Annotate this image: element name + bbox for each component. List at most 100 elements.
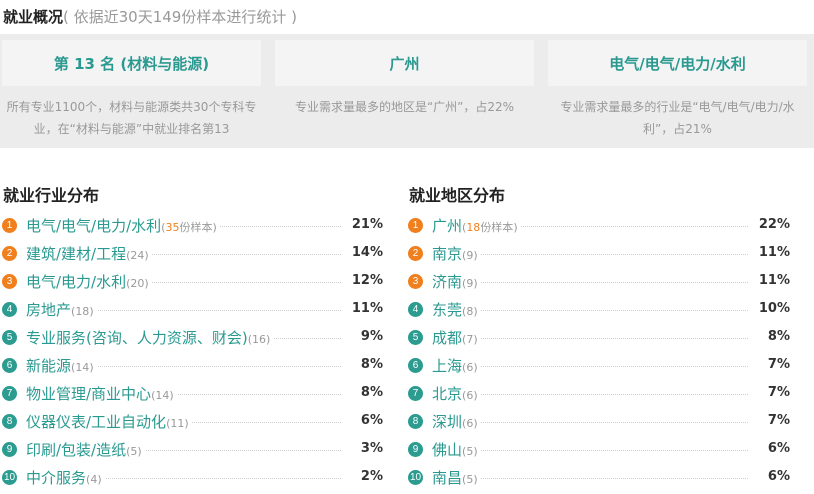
- region-name-link[interactable]: 佛山: [432, 441, 462, 459]
- percentage: 14%: [343, 245, 383, 260]
- industry-row: 7 物业管理/商业中心(14) 8%: [2, 380, 383, 408]
- card-rank-title: 第 13 名 (材料与能源): [2, 40, 261, 86]
- region-name-link[interactable]: 南京: [432, 245, 462, 263]
- region-entry: 上海(6): [432, 355, 481, 376]
- percentage: 11%: [343, 301, 383, 316]
- industry-name-link[interactable]: 专业服务(咨询、人力资源、财会): [26, 329, 248, 347]
- industry-list: 1 电气/电气/电力/水利(35份样本) 21% 2 建筑/建材/工程(24) 14% 3 电…: [2, 212, 383, 492]
- industry-entry: 物业管理/商业中心(14): [26, 383, 177, 404]
- region-name-link[interactable]: 成都: [432, 329, 462, 347]
- percentage: 10%: [750, 301, 790, 316]
- region-entry: 南昌(5): [432, 467, 481, 488]
- region-entry: 广州(18份样本): [432, 215, 521, 236]
- card-region-title: 广州: [275, 40, 534, 86]
- sample-count: (8): [462, 305, 478, 318]
- region-row: 1 广州(18份样本) 22%: [408, 212, 790, 240]
- industry-name-link[interactable]: 建筑/建材/工程: [26, 245, 126, 263]
- industry-name-link[interactable]: 仪器仪表/工业自动化: [26, 413, 166, 431]
- rank-badge: 10: [2, 470, 17, 485]
- industry-section-title: 就业行业分布: [3, 186, 100, 205]
- sample-count: (6): [462, 361, 478, 374]
- sample-count: (11): [166, 417, 189, 430]
- sample-count: (35份样本): [161, 221, 217, 234]
- percentage: 8%: [750, 329, 790, 344]
- percentage: 2%: [343, 469, 383, 484]
- industry-row: 10 中介服务(4) 2%: [2, 464, 383, 492]
- percentage: 8%: [343, 357, 383, 372]
- region-section-title: 就业地区分布: [409, 186, 506, 205]
- industry-entry: 建筑/建材/工程(24): [26, 243, 152, 264]
- industry-entry: 新能源(14): [26, 355, 97, 376]
- sample-count: (5): [126, 445, 142, 458]
- region-name-link[interactable]: 深圳: [432, 413, 462, 431]
- industry-name-link[interactable]: 电气/电气/电力/水利: [26, 217, 161, 235]
- industry-name-link[interactable]: 新能源: [26, 357, 71, 375]
- sample-count: (6): [462, 389, 478, 402]
- industry-entry: 专业服务(咨询、人力资源、财会)(16): [26, 327, 274, 348]
- percentage: 11%: [750, 273, 790, 288]
- card-region-desc: 专业需求量最多的地区是“广州”，占22%: [294, 100, 515, 114]
- rank-badge: 6: [2, 358, 17, 373]
- rank-badge: 7: [408, 386, 423, 401]
- percentage: 11%: [750, 245, 790, 260]
- industry-name-link[interactable]: 电气/电力/水利: [26, 273, 126, 291]
- rank-badge: 4: [408, 302, 423, 317]
- overview-panel: 第 13 名 (材料与能源) 广州 电气/电气/电力/水利 所有专业1100个，…: [0, 34, 814, 148]
- sample-count: (9): [462, 249, 478, 262]
- page-title: 就业概况( 依据近30天149份样本进行统计 ): [3, 6, 297, 27]
- industry-name-link[interactable]: 房地产: [26, 301, 71, 319]
- industry-name-link[interactable]: 印刷/包装/造纸: [26, 441, 126, 459]
- card-rank-desc: 所有专业1100个，材料与能源类共30个专科专业，在“材料与能源”中就业排名第1…: [6, 100, 257, 136]
- industry-row: 5 专业服务(咨询、人力资源、财会)(16) 9%: [2, 324, 383, 352]
- percentage: 6%: [750, 441, 790, 456]
- region-row: 10 南昌(5) 6%: [408, 464, 790, 492]
- percentage: 12%: [343, 273, 383, 288]
- percentage: 6%: [343, 413, 383, 428]
- rank-badge: 9: [408, 442, 423, 457]
- sample-count: (4): [86, 473, 102, 486]
- rank-badge: 8: [2, 414, 17, 429]
- industry-row: 4 房地产(18) 11%: [2, 296, 383, 324]
- page-title-text: 就业概况: [3, 8, 64, 26]
- page-subtitle: ( 依据近30天149份样本进行统计 ): [63, 8, 297, 26]
- percentage: 22%: [750, 217, 790, 232]
- region-name-link[interactable]: 东莞: [432, 301, 462, 319]
- region-row: 9 佛山(5) 6%: [408, 436, 790, 464]
- percentage: 7%: [750, 413, 790, 428]
- sample-count: (24): [126, 249, 149, 262]
- region-entry: 佛山(5): [432, 439, 481, 460]
- region-name-link[interactable]: 广州: [432, 217, 462, 235]
- industry-entry: 印刷/包装/造纸(5): [26, 439, 145, 460]
- region-name-link[interactable]: 济南: [432, 273, 462, 291]
- rank-badge: 1: [408, 218, 423, 233]
- rank-badge: 7: [2, 386, 17, 401]
- region-row: 5 成都(7) 8%: [408, 324, 790, 352]
- region-name-link[interactable]: 北京: [432, 385, 462, 403]
- region-name-link[interactable]: 上海: [432, 357, 462, 375]
- region-row: 8 深圳(6) 7%: [408, 408, 790, 436]
- sample-count: (6): [462, 417, 478, 430]
- sample-count: (18): [71, 305, 94, 318]
- sample-count: (18份样本): [462, 221, 518, 234]
- region-row: 4 东莞(8) 10%: [408, 296, 790, 324]
- rank-badge: 3: [2, 274, 17, 289]
- percentage: 9%: [343, 329, 383, 344]
- region-name-link[interactable]: 南昌: [432, 469, 462, 487]
- industry-row: 9 印刷/包装/造纸(5) 3%: [2, 436, 383, 464]
- industry-entry: 电气/电力/水利(20): [26, 271, 152, 292]
- rank-badge: 6: [408, 358, 423, 373]
- rank-badge: 2: [408, 246, 423, 261]
- industry-name-link[interactable]: 物业管理/商业中心: [26, 385, 151, 403]
- sample-count: (14): [71, 361, 94, 374]
- industry-name-link[interactable]: 中介服务: [26, 469, 86, 487]
- region-row: 3 济南(9) 11%: [408, 268, 790, 296]
- region-entry: 深圳(6): [432, 411, 481, 432]
- region-entry: 东莞(8): [432, 299, 481, 320]
- percentage: 8%: [343, 385, 383, 400]
- percentage: 7%: [750, 385, 790, 400]
- card-industry-title: 电气/电气/电力/水利: [548, 40, 807, 86]
- rank-badge: 5: [408, 330, 423, 345]
- rank-badge: 8: [408, 414, 423, 429]
- percentage: 7%: [750, 357, 790, 372]
- rank-badge: 4: [2, 302, 17, 317]
